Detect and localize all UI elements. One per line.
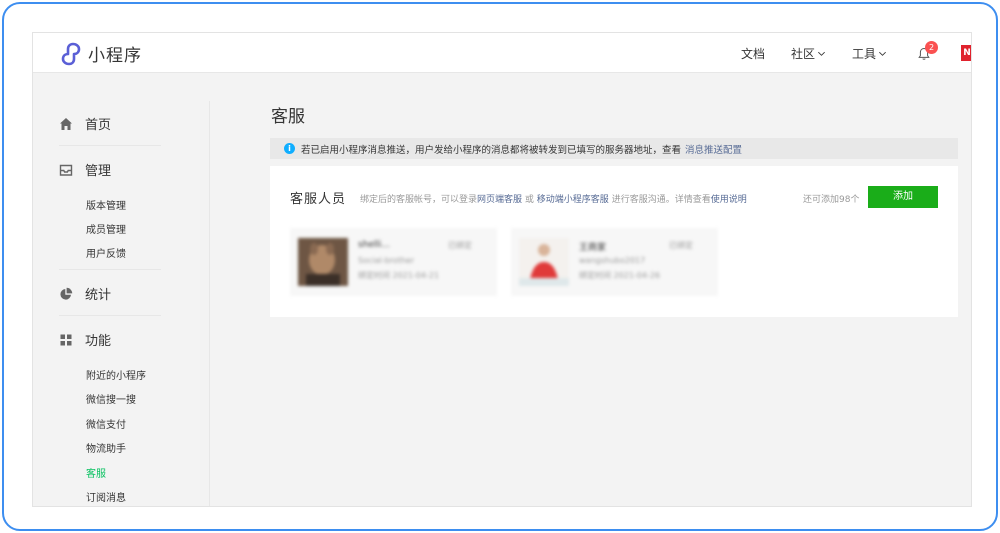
nav-tools[interactable]: 工具: [852, 45, 887, 62]
sidebar-item-search[interactable]: 微信搜一搜: [86, 391, 136, 406]
nav-docs[interactable]: 文档: [741, 45, 765, 62]
quota-text: 还可添加98个: [803, 195, 860, 205]
card-description: 绑定后的客服帐号，可以登录网页端客服 或 移动端小程序客服 进行客服沟通。详情查…: [360, 195, 747, 205]
card-title: 客服人员: [290, 192, 347, 207]
sidebar-divider: [59, 315, 161, 316]
mobile-client-link[interactable]: 移动端小程序客服: [537, 195, 609, 205]
sidebar-item-features[interactable]: 功能: [59, 330, 111, 349]
sidebar-item-customer-service[interactable]: 客服: [86, 465, 106, 480]
web-client-link[interactable]: 网页端客服: [477, 195, 522, 205]
notification-badge: 2: [925, 41, 938, 54]
member-status[interactable]: 已绑定: [448, 240, 472, 251]
customer-service-card: 客服人员 绑定后的客服帐号，可以登录网页端客服 或 移动端小程序客服 进行客服沟…: [270, 166, 958, 317]
info-icon: i: [284, 143, 295, 154]
member-card[interactable]: 王商家 wangshubo2017 绑定时间 2021-04-26 已绑定: [511, 228, 718, 296]
member-avatar: [298, 238, 348, 286]
member-status[interactable]: 已绑定: [669, 240, 693, 251]
message-push-config-link[interactable]: 消息推送配置: [685, 142, 742, 156]
top-bar: 小程序 文档 社区 工具 2 N: [33, 33, 971, 73]
sidebar-item-manage[interactable]: 管理: [59, 160, 111, 179]
chevron-down-icon: [879, 51, 886, 56]
sidebar: 首页 管理 版本管理 成员管理 用户反馈 统计 功能 附近的小程序 微信搜一搜: [33, 73, 209, 506]
member-card[interactable]: shelli... Social-brother 绑定时间 2021-04-21…: [290, 228, 497, 296]
grid-icon: [60, 334, 72, 345]
chevron-down-icon: [818, 51, 825, 56]
member-name: shelli...: [358, 240, 391, 250]
nav-community[interactable]: 社区: [791, 45, 826, 62]
sidebar-item-feedback[interactable]: 用户反馈: [86, 245, 126, 260]
sidebar-item-members[interactable]: 成员管理: [86, 221, 126, 236]
sidebar-item-stats[interactable]: 统计: [59, 284, 111, 303]
sidebar-item-home[interactable]: 首页: [59, 114, 111, 133]
notice-bar: i 若已启用小程序消息推送，用户发给小程序的消息都将被转发到已填写的服务器地址，…: [270, 138, 958, 159]
sidebar-item-subscribe[interactable]: 订阅消息: [86, 489, 126, 504]
member-avatar: [519, 238, 569, 286]
member-account: wangshubo2017: [579, 256, 646, 265]
top-nav: 文档 社区 工具 2 N: [741, 33, 971, 73]
app-name: 小程序: [88, 46, 142, 66]
pie-chart-icon: [60, 287, 73, 300]
app-window: 小程序 文档 社区 工具 2 N 首页 管理 版本管理 成员管理 用户反馈 统计…: [32, 32, 972, 507]
add-button[interactable]: 添加: [868, 186, 938, 208]
member-account: Social-brother: [358, 256, 415, 265]
page-title: 客服: [271, 107, 305, 127]
member-bind-time: 绑定时间 2021-04-21: [358, 271, 440, 280]
notice-text: 若已启用小程序消息推送，用户发给小程序的消息都将被转发到已填写的服务器地址，查看: [301, 144, 682, 156]
member-name: 王商家: [579, 243, 607, 253]
sidebar-divider: [59, 269, 161, 270]
screenshot-frame: 小程序 文档 社区 工具 2 N 首页 管理 版本管理 成员管理 用户反馈 统计…: [2, 2, 998, 531]
miniprogram-logo-icon: [61, 42, 81, 65]
app-logo[interactable]: 小程序: [59, 41, 142, 66]
usage-guide-link[interactable]: 使用说明: [711, 195, 747, 205]
home-icon: [60, 117, 72, 130]
inbox-icon: [59, 164, 73, 176]
sidebar-item-pay[interactable]: 微信支付: [86, 416, 126, 431]
avatar[interactable]: N: [961, 45, 971, 61]
sidebar-border: [209, 101, 210, 506]
member-bind-time: 绑定时间 2021-04-26: [579, 271, 661, 280]
sidebar-item-logistics[interactable]: 物流助手: [86, 440, 126, 455]
sidebar-item-nearby[interactable]: 附近的小程序: [86, 367, 146, 382]
sidebar-item-version[interactable]: 版本管理: [86, 197, 126, 212]
notification-button[interactable]: 2: [917, 41, 938, 62]
sidebar-divider: [59, 145, 161, 146]
